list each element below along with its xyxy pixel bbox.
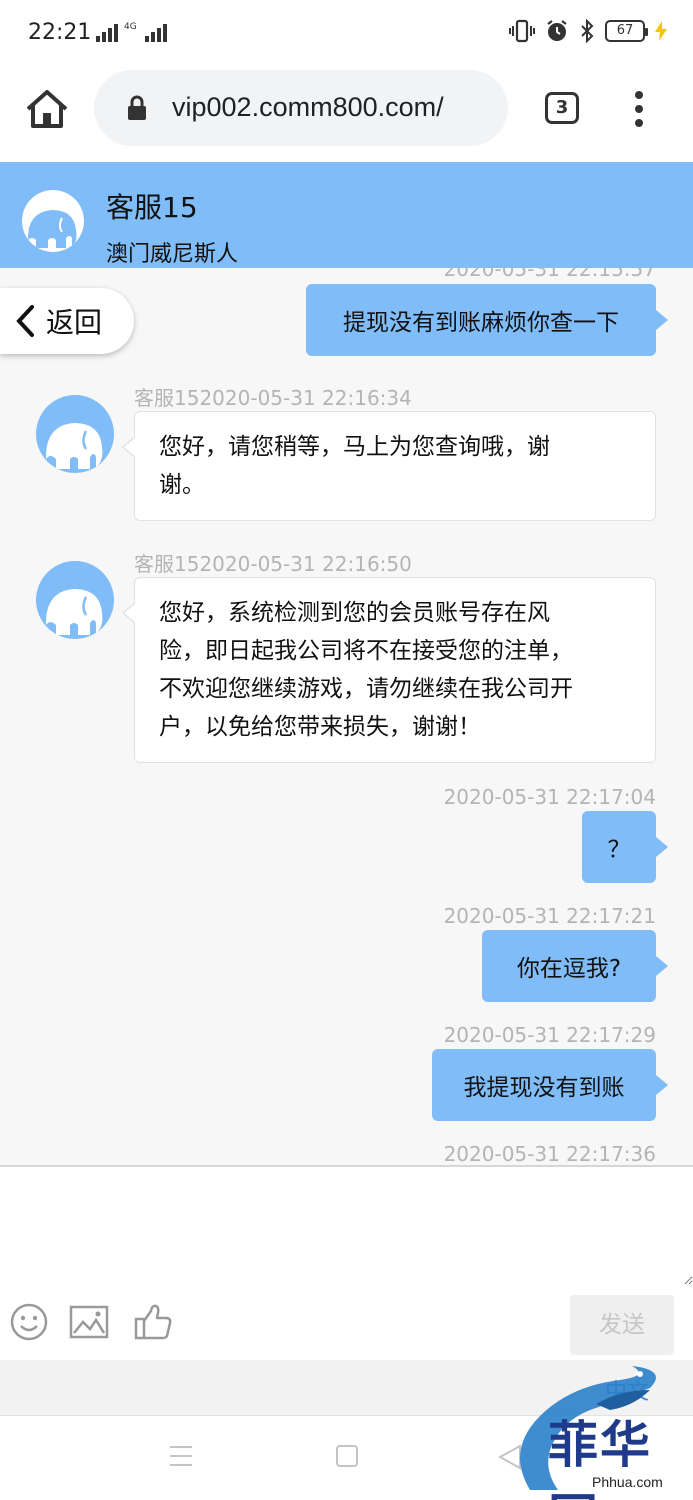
tab-switcher-button[interactable]: 3 <box>545 92 579 124</box>
image-icon[interactable] <box>68 1302 110 1342</box>
message-text: 提现没有到账麻烦你查一下 <box>343 310 619 336</box>
battery-icon: 67 <box>605 20 648 42</box>
watermark-url: Phhua.com <box>592 1474 663 1490</box>
message-line: 您好，系统检测到您的会员账号存在风 <box>159 600 550 626</box>
message-line: 谢。 <box>159 472 205 498</box>
status-bar: 22:21 4G 67 <box>0 0 693 68</box>
message-line: 不欢迎您继续游戏，请勿继续在我公司开 <box>159 676 573 702</box>
address-bar[interactable]: vip002.comm800.com/ <box>94 70 508 146</box>
outgoing-message: ？ <box>582 811 668 883</box>
back-button[interactable]: 返回 <box>0 288 134 354</box>
outgoing-message: 我提现没有到账 <box>432 1049 668 1121</box>
outgoing-message: 提现没有到账麻烦你查一下 <box>306 284 668 356</box>
message-text: 我提现没有到账 <box>463 1075 625 1101</box>
overflow-menu-icon[interactable] <box>630 90 648 128</box>
message-timestamp: 2020-05-31 22:15:57 <box>443 268 656 281</box>
message-line: 您好，请您稍等，马上为您查询哦，谢 <box>159 434 550 460</box>
alarm-icon <box>547 20 567 41</box>
message-line: 户，以免给您带来损失，谢谢！ <box>159 714 481 740</box>
thumbs-up-icon[interactable] <box>132 1302 174 1342</box>
url-text: vip002.comm800.com/ <box>172 92 444 122</box>
outgoing-message: 你在逗我? <box>482 930 668 1002</box>
message-timestamp: 客服152020-05-31 22:16:50 <box>134 552 412 576</box>
message-input[interactable] <box>0 1167 693 1285</box>
status-time: 22:21 <box>28 20 92 45</box>
browser-toolbar: vip002.comm800.com/ 3 <box>0 68 693 162</box>
message-text: 你在逗我? <box>516 956 622 982</box>
charging-icon <box>655 21 667 41</box>
bluetooth-icon <box>581 19 594 43</box>
message-timestamp: 客服152020-05-31 22:16:34 <box>134 386 412 410</box>
elephant-icon <box>46 589 103 635</box>
recents-menu-icon[interactable] <box>168 1444 194 1468</box>
agent-avatar <box>36 561 114 639</box>
chat-header: 客服15 澳门威尼斯人 <box>0 162 693 268</box>
message-line: 险，即日起我公司将不在接受您的注单， <box>159 638 573 664</box>
emoji-icon[interactable] <box>8 1302 50 1342</box>
message-timestamp: 2020-05-31 22:17:29 <box>443 1023 656 1047</box>
signal-icon <box>96 22 118 42</box>
message-timestamp: 2020-05-31 22:17:04 <box>443 785 656 809</box>
agent-avatar <box>22 190 84 252</box>
lock-icon <box>128 95 146 120</box>
elephant-icon <box>46 423 103 469</box>
home-icon[interactable] <box>24 88 70 130</box>
message-timestamp: 2020-05-31 22:17:36 <box>443 1142 656 1165</box>
back-label: 返回 <box>46 306 103 339</box>
agent-subtitle: 澳门威尼斯人 <box>106 242 239 267</box>
signal-icon-secondary <box>144 22 167 42</box>
message-list: 2020-05-31 22:15:57 提现没有到账麻烦你查一下 客服15202… <box>0 268 693 1165</box>
network-type: 4G <box>124 22 137 32</box>
agent-avatar <box>36 395 114 473</box>
status-right-icons: 67 <box>509 18 667 44</box>
incoming-message: 您好，系统检测到您的会员账号存在风 险，即日起我公司将不在接受您的注单， 不欢迎… <box>122 577 656 763</box>
message-timestamp: 2020-05-31 22:17:21 <box>443 904 656 928</box>
signal-indicators: 4G <box>96 22 167 42</box>
message-text: ？ <box>607 837 631 863</box>
vibrate-icon <box>509 19 535 43</box>
chevron-left-icon <box>16 305 34 337</box>
agent-name: 客服15 <box>106 191 198 224</box>
composer: 发送 <box>0 1165 693 1360</box>
elephant-icon <box>28 210 77 248</box>
send-button[interactable]: 发送 <box>570 1295 674 1355</box>
incoming-message: 您好，请您稍等，马上为您查询哦，谢 谢。 <box>122 411 656 521</box>
home-nav-icon[interactable] <box>335 1444 359 1468</box>
